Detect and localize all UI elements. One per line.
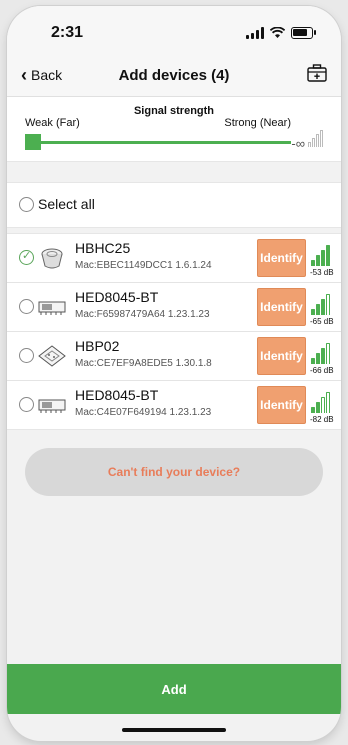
rssi-value: -82 dB <box>310 415 334 424</box>
first-aid-kit-icon[interactable] <box>307 64 327 82</box>
device-checkbox[interactable] <box>19 397 34 412</box>
add-button[interactable]: Add <box>7 664 341 714</box>
identify-button[interactable]: Identify <box>257 239 306 277</box>
device-list: HBHC25 Mac:EBEC1149DCC1 1.6.1.24 Identif… <box>7 233 341 430</box>
signal-bars-icon <box>311 389 330 413</box>
home-indicator <box>122 728 226 732</box>
device-mac: Mac:F65987479A64 1.23.1.23 <box>75 309 210 320</box>
identify-button[interactable]: Identify <box>257 337 306 375</box>
wifi-icon <box>270 27 285 38</box>
device-name: HED8045-BT <box>75 387 159 403</box>
device-checkbox[interactable] <box>19 249 34 265</box>
device-checkbox[interactable] <box>19 348 34 363</box>
cant-find-device-button[interactable]: Can't find your device? <box>25 448 323 496</box>
rssi-value: -66 dB <box>310 366 334 375</box>
signal-bars-icon <box>311 340 330 364</box>
rssi-indicator: -53 dB <box>310 240 338 278</box>
status-icons <box>246 27 316 39</box>
strong-label: Strong (Near) <box>224 117 291 129</box>
signal-title: Signal strength <box>133 105 215 117</box>
signal-slider-thumb[interactable] <box>25 134 41 150</box>
signal-bars-icon <box>308 130 323 147</box>
device-row[interactable]: HED8045-BT Mac:C4E07F649194 1.23.1.23 Id… <box>7 381 341 429</box>
rssi-indicator: -65 dB <box>310 289 338 327</box>
select-all-row[interactable]: Select all <box>7 182 341 228</box>
device-mac: Mac:CE7EF9A8EDE5 1.30.1.8 <box>75 358 212 369</box>
square-board-icon <box>38 345 66 367</box>
status-time: 2:31 <box>51 24 84 41</box>
device-row[interactable]: HBHC25 Mac:EBEC1149DCC1 1.6.1.24 Identif… <box>7 234 341 283</box>
cellular-signal-icon <box>246 27 264 39</box>
rssi-indicator: -82 dB <box>310 387 338 425</box>
device-mac: Mac:C4E07F649194 1.23.1.23 <box>75 407 212 418</box>
battery-icon <box>291 27 316 39</box>
pcb-module-icon <box>38 301 66 315</box>
rssi-value: -65 dB <box>310 317 334 326</box>
rssi-indicator: -66 dB <box>310 338 338 376</box>
device-row[interactable]: HED8045-BT Mac:F65987479A64 1.23.1.23 Id… <box>7 283 341 332</box>
phone-screen: 2:31 ‹ Back Add devices (4) Signal stren… <box>7 6 341 741</box>
device-name: HBHC25 <box>75 240 131 256</box>
device-name: HED8045-BT <box>75 289 159 305</box>
select-all-radio[interactable] <box>19 197 34 212</box>
identify-button[interactable]: Identify <box>257 288 306 326</box>
signal-strength-filter: Signal strength Weak (Far) Strong (Near)… <box>7 97 341 162</box>
identify-button[interactable]: Identify <box>257 386 306 424</box>
rssi-value: -53 dB <box>310 268 334 277</box>
nav-bar: ‹ Back Add devices (4) <box>7 56 341 97</box>
signal-bars-icon <box>311 291 330 315</box>
device-checkbox[interactable] <box>19 299 34 314</box>
device-name: HBP02 <box>75 338 120 354</box>
device-mac: Mac:EBEC1149DCC1 1.6.1.24 <box>75 260 212 271</box>
page-title: Add devices (4) <box>118 67 230 84</box>
pcb-module-icon <box>38 399 66 413</box>
signal-slider-track[interactable] <box>33 141 291 144</box>
select-all-label: Select all <box>38 196 95 212</box>
round-device-icon <box>41 248 63 269</box>
infinity-label: -∞ <box>291 136 305 151</box>
signal-bars-icon <box>311 242 330 266</box>
status-bar: 2:31 <box>7 6 341 56</box>
device-row[interactable]: HBP02 Mac:CE7EF9A8EDE5 1.30.1.8 Identify… <box>7 332 341 381</box>
weak-label: Weak (Far) <box>25 117 80 129</box>
